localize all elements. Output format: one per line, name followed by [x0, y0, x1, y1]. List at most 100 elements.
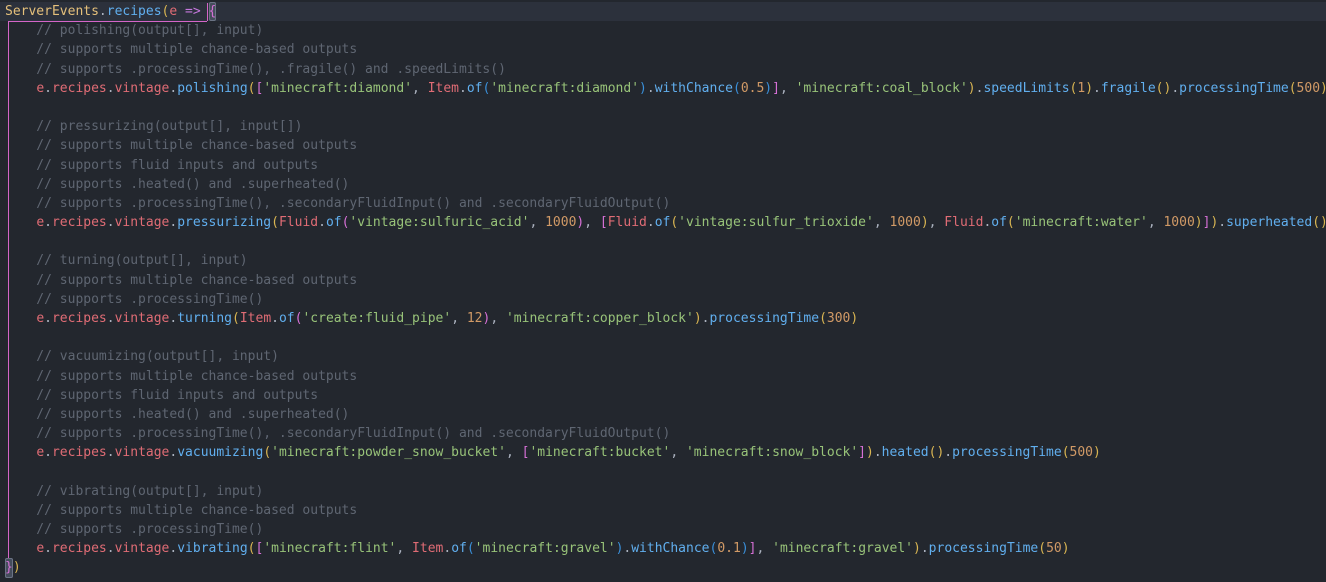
- code-token: 'minecraft:powder_snow_bucket': [271, 445, 506, 460]
- code-line-6[interactable]: [5, 98, 1326, 117]
- code-token: ): [13, 560, 21, 575]
- code-token: (: [1062, 445, 1070, 460]
- code-token: recipes: [52, 445, 107, 460]
- code-token: recipes: [52, 81, 107, 96]
- code-line-7[interactable]: // pressurizing(output[], input[]): [5, 117, 1326, 136]
- code-token: vintage: [115, 445, 170, 460]
- code-token: ,: [670, 445, 686, 460]
- code-token: recipes: [107, 4, 162, 19]
- code-token: (: [263, 445, 271, 460]
- code-token: ,: [412, 81, 428, 96]
- code-line-4[interactable]: // supports .processingTime(), .fragile(…: [5, 60, 1326, 79]
- code-editor[interactable]: ServerEvents.recipes(e => { // polishing…: [0, 0, 1326, 582]
- code-token: .: [99, 4, 107, 19]
- code-token: ,: [874, 215, 890, 230]
- code-line-21[interactable]: // supports fluid inputs and outputs: [5, 386, 1326, 405]
- code-token: .: [44, 215, 52, 230]
- code-line-16[interactable]: // supports .processingTime(): [5, 290, 1326, 309]
- comment-token: // polishing(output[], input): [5, 23, 263, 38]
- code-token: Item: [412, 541, 443, 556]
- code-token: vintage: [115, 215, 170, 230]
- code-token: vibrating: [177, 541, 247, 556]
- code-token: ): [913, 541, 921, 556]
- code-token: .: [647, 215, 655, 230]
- code-line-30[interactable]: }): [5, 558, 1326, 577]
- code-line-15[interactable]: // supports multiple chance-based output…: [5, 271, 1326, 290]
- code-token: .: [1218, 215, 1226, 230]
- code-line-24[interactable]: e.recipes.vintage.vacuumizing('minecraft…: [5, 443, 1326, 462]
- code-token: of: [991, 215, 1007, 230]
- code-line-25[interactable]: [5, 463, 1326, 482]
- code-token: fragile: [1101, 81, 1156, 96]
- code-token: (: [1038, 541, 1046, 556]
- code-token: ]: [772, 81, 780, 96]
- code-token: vacuumizing: [177, 445, 263, 460]
- code-token: ,: [584, 215, 600, 230]
- code-token: processingTime: [709, 311, 819, 326]
- code-token: ): [694, 311, 702, 326]
- code-token: Item: [428, 81, 459, 96]
- code-token: (: [733, 81, 741, 96]
- code-line-2[interactable]: // polishing(output[], input): [5, 21, 1326, 40]
- code-token: pressurizing: [177, 215, 271, 230]
- code-line-28[interactable]: // supports .processingTime(): [5, 520, 1326, 539]
- code-line-9[interactable]: // supports fluid inputs and outputs: [5, 156, 1326, 175]
- code-token: =>: [185, 4, 201, 19]
- code-line-5[interactable]: e.recipes.vintage.polishing(['minecraft:…: [5, 79, 1326, 98]
- code-token: .: [271, 311, 279, 326]
- code-token: [: [600, 215, 608, 230]
- code-token: processingTime: [952, 445, 1062, 460]
- code-token: superheated: [1226, 215, 1312, 230]
- code-token: e: [36, 311, 44, 326]
- code-line-12[interactable]: e.recipes.vintage.pressurizing(Fluid.of(…: [5, 213, 1326, 232]
- code-token: ): [639, 81, 647, 96]
- code-token: Item: [240, 311, 271, 326]
- code-token: 'vintage:sulfuric_acid': [349, 215, 529, 230]
- code-token: Fluid: [944, 215, 983, 230]
- code-token: of: [451, 541, 467, 556]
- comment-token: // supports fluid inputs and outputs: [5, 158, 318, 173]
- code-line-29[interactable]: e.recipes.vintage.vibrating(['minecraft:…: [5, 539, 1326, 558]
- code-token: }: [5, 558, 13, 577]
- code-line-8[interactable]: // supports multiple chance-based output…: [5, 136, 1326, 155]
- code-token: .: [318, 215, 326, 230]
- code-token: of: [655, 215, 671, 230]
- comment-token: // supports .heated() and .superheated(): [5, 177, 349, 192]
- code-token: turning: [177, 311, 232, 326]
- code-token: ): [850, 311, 858, 326]
- code-line-14[interactable]: // turning(output[], input): [5, 251, 1326, 270]
- code-line-13[interactable]: [5, 232, 1326, 251]
- code-token: 1000: [545, 215, 576, 230]
- code-line-3[interactable]: // supports multiple chance-based output…: [5, 40, 1326, 59]
- code-token: .: [944, 445, 952, 460]
- code-token: {: [209, 2, 217, 21]
- code-token: 'minecraft:gravel': [772, 541, 913, 556]
- code-token: .: [874, 445, 882, 460]
- code-line-1[interactable]: ServerEvents.recipes(e => {: [5, 2, 1326, 21]
- code-token: ): [921, 215, 929, 230]
- comment-token: // pressurizing(output[], input[]): [5, 119, 302, 134]
- code-line-26[interactable]: // vibrating(output[], input): [5, 482, 1326, 501]
- code-line-17[interactable]: e.recipes.vintage.turning(Item.of('creat…: [5, 309, 1326, 328]
- code-token: processingTime: [1179, 81, 1289, 96]
- code-token: 'minecraft:bucket': [529, 445, 670, 460]
- code-line-20[interactable]: // supports multiple chance-based output…: [5, 367, 1326, 386]
- comment-token: // supports .processingTime(), .secondar…: [5, 426, 670, 441]
- code-token: ,: [490, 311, 506, 326]
- code-token: 1000: [890, 215, 921, 230]
- code-token: e: [36, 215, 44, 230]
- code-line-23[interactable]: // supports .processingTime(), .secondar…: [5, 424, 1326, 443]
- code-line-22[interactable]: // supports .heated() and .superheated(): [5, 405, 1326, 424]
- code-line-18[interactable]: [5, 328, 1326, 347]
- code-line-10[interactable]: // supports .heated() and .superheated(): [5, 175, 1326, 194]
- comment-token: // vacuumizing(output[], input): [5, 349, 279, 364]
- code-token: .: [1093, 81, 1101, 96]
- code-token: 300: [827, 311, 850, 326]
- code-line-11[interactable]: // supports .processingTime(), .secondar…: [5, 194, 1326, 213]
- code-token: 500: [1070, 445, 1093, 460]
- code-line-19[interactable]: // vacuumizing(output[], input): [5, 347, 1326, 366]
- code-line-27[interactable]: // supports multiple chance-based output…: [5, 501, 1326, 520]
- code-token: .: [921, 541, 929, 556]
- code-token: ,: [506, 445, 522, 460]
- comment-token: // supports .processingTime(): [5, 522, 263, 537]
